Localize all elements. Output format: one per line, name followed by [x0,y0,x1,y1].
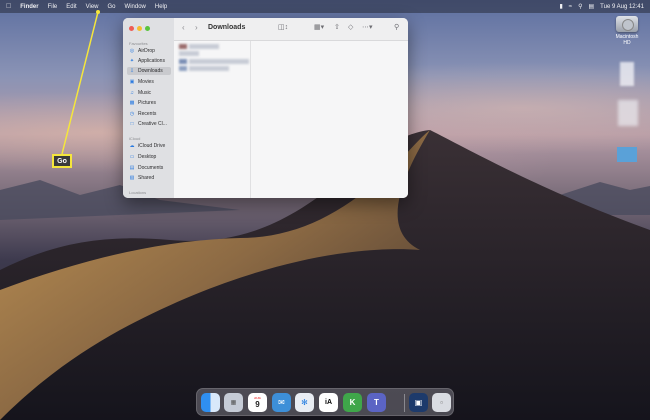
more-actions-icon[interactable]: ⋯▾ [362,23,373,31]
desktop-icon: ▭ [129,154,135,160]
clock[interactable]: Tue 9 Aug 12:41 [600,4,644,10]
macintosh-hd-drive[interactable]: Macintosh HD [612,16,642,46]
finder-window: Favourites ◎ AirDrop ✦ Applications ⇩ Downl… [123,18,408,198]
forward-arrow-icon[interactable]: › [195,23,198,32]
sidebar-item-downloads[interactable]: ⇩ Downloads [127,67,171,75]
menu-help[interactable]: Help [155,4,167,10]
file-item-blurred[interactable] [179,66,187,71]
file-item-blurred[interactable] [179,59,187,64]
finder-app-icon[interactable] [201,393,220,412]
desktop-file-blurred[interactable] [618,100,638,126]
sidebar-item-shared[interactable]: ▧ Shared [127,174,171,182]
tag-icon[interactable]: ◇ [348,23,353,31]
applications-icon: ✦ [129,58,135,64]
file-item-blurred[interactable] [179,44,187,49]
file-item-blurred[interactable] [189,44,219,49]
group-icon[interactable]: ▦▾ [314,23,324,31]
locations-header: Locations [129,190,147,195]
sidebar-item-music[interactable]: ♫ Music [127,89,171,97]
mail-app-icon[interactable]: ✉ [272,393,291,412]
sidebar-item-creative-cloud[interactable]: □ Creative Cl... [127,120,171,128]
creative-cloud-icon: □ [130,121,134,127]
launchpad-app-icon[interactable]: ▦ [224,393,243,412]
safari-app-icon[interactable]: ✻ [295,393,314,412]
trash-icon[interactable]: ▫ [432,393,451,412]
apple-menu-icon[interactable]:  [6,3,11,10]
movies-icon: ▣ [129,79,135,85]
menu-file[interactable]: File [48,4,58,10]
file-item-blurred[interactable] [179,51,199,56]
battery-icon[interactable]: ▮ [559,3,562,10]
control-center-icon[interactable]: ▤ [589,3,595,10]
sidebar-item-airdrop[interactable]: ◎ AirDrop [127,47,171,55]
dock: ▦ AUG 9 ✉ ✻ iA K T ▣ ▫ [196,388,454,416]
menu-bar:  Finder File Edit View Go Window Help ▮… [0,0,650,13]
sidebar-item-desktop[interactable]: ▭ Desktop [127,153,171,161]
menu-view[interactable]: View [86,4,99,10]
wifi-icon[interactable]: ≈ [569,4,572,10]
dock-separator [404,394,405,412]
file-item-blurred[interactable] [189,66,229,71]
menu-go[interactable]: Go [108,4,116,10]
downloads-stack-icon[interactable]: ▣ [409,393,428,412]
share-icon[interactable]: ⇧ [334,23,340,31]
music-icon: ♫ [130,90,134,96]
hard-drive-icon [616,16,638,32]
window-controls [129,26,150,31]
airdrop-icon: ◎ [129,48,135,54]
finder-toolbar: ‹ › Downloads ◫↕ ▦▾ ⇧ ◇ ⋯▾ ⚲ [174,18,408,41]
ia-writer-app-icon[interactable]: iA [319,393,338,412]
file-item-blurred[interactable] [189,59,249,64]
icloud-header: iCloud [129,136,141,141]
sidebar-item-recents[interactable]: ◷ Recents [127,110,171,118]
menu-edit[interactable]: Edit [66,4,76,10]
calendar-app-icon[interactable]: AUG 9 [248,393,267,412]
column-divider[interactable] [250,41,251,198]
sidebar-item-pictures[interactable]: ▩ Pictures [127,99,171,107]
menu-finder[interactable]: Finder [20,4,38,10]
sidebar-item-icloud-drive[interactable]: ☁ iCloud Drive [127,142,171,150]
teams-app-icon[interactable]: T [367,393,386,412]
zoom-button[interactable] [145,26,150,31]
close-button[interactable] [129,26,134,31]
desktop-folder-blurred[interactable] [617,147,637,162]
pictures-icon: ▩ [129,100,135,106]
minimize-button[interactable] [137,26,142,31]
go-callout: Go [52,154,72,168]
menu-window[interactable]: Window [125,4,146,10]
desktop-file-blurred[interactable] [620,62,634,86]
sidebar-item-movies[interactable]: ▣ Movies [127,78,171,86]
favorites-header: Favourites [129,41,148,46]
window-title: Downloads [208,24,246,31]
back-arrow-icon[interactable]: ‹ [182,23,185,32]
shared-icon: ▧ [129,175,135,181]
icloud-drive-icon: ☁ [129,143,135,149]
search-icon[interactable]: ⚲ [394,23,399,31]
view-columns-icon[interactable]: ◫↕ [278,23,288,31]
file-browser [174,41,408,198]
sidebar-item-documents[interactable]: ▤ Documents [127,164,171,172]
documents-icon: ▤ [129,165,135,171]
keystroke-app-icon[interactable]: K [343,393,362,412]
search-icon[interactable]: ⚲ [578,3,582,10]
recents-icon: ◷ [129,111,135,117]
status-area: ▮ ≈ ⚲ ▤ Tue 9 Aug 12:41 [559,0,644,13]
sidebar-item-applications[interactable]: ✦ Applications [127,57,171,65]
finder-sidebar: Favourites ◎ AirDrop ✦ Applications ⇩ Downl… [123,18,175,198]
downloads-icon: ⇩ [129,68,135,74]
